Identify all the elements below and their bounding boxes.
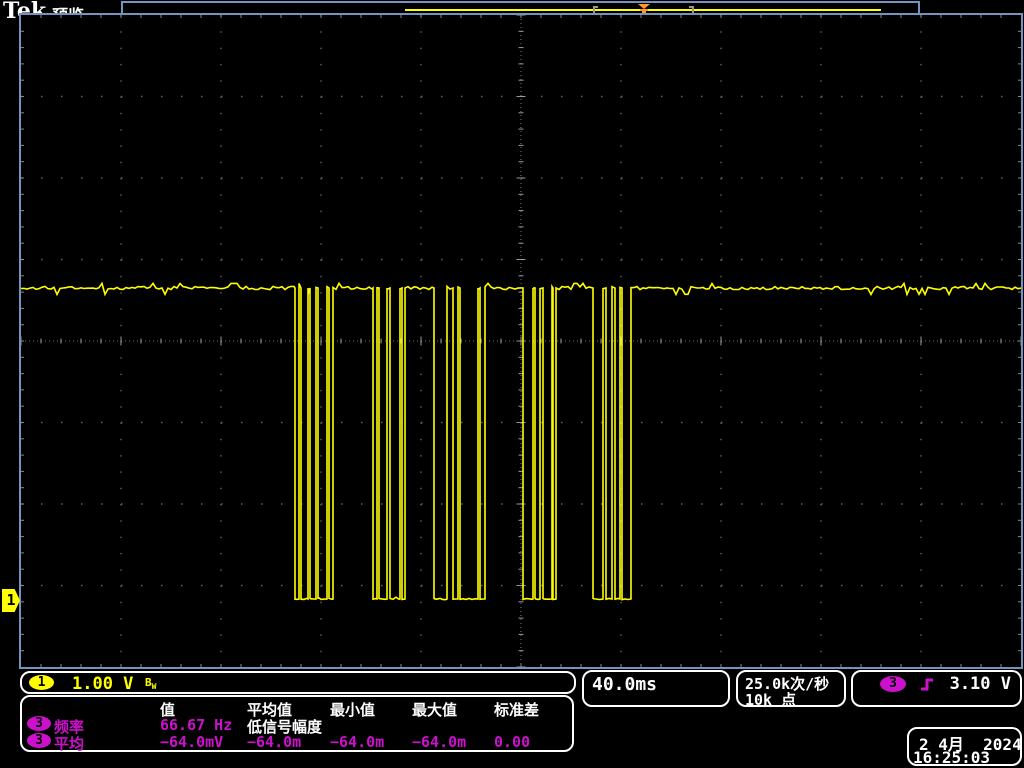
meas-row2-value: −64.0mV: [160, 733, 223, 751]
meas-header-max: 最大值: [412, 699, 457, 720]
time-label: 16:25:03: [913, 748, 990, 767]
channel1-scale: 1.00 V: [72, 674, 133, 694]
ch1-waveform-trace: [21, 283, 1021, 599]
meas-header-min: 最小值: [330, 699, 375, 720]
acquisition-readout[interactable]: 25.0k次/秒 10k 点: [736, 670, 846, 707]
oscilloscope-screen: Tek 预览 1 1 1.00 V BW 值 平均值 最小值 最大值 标准差 3…: [0, 0, 1024, 768]
meas-row2-std: 0.00: [494, 733, 530, 751]
graticule: [19, 13, 1023, 669]
bandwidth-limit-icon: BW: [145, 676, 156, 691]
meas-header-std: 标准差: [494, 699, 539, 720]
meas-row1-value: 66.67 Hz: [160, 716, 232, 734]
meas-row2-max: −64.0m: [412, 733, 466, 751]
trigger-level: 3.10 V: [950, 674, 1011, 694]
record-length: 10k 点: [745, 689, 796, 710]
measurement-panel: 值 平均值 最小值 最大值 标准差 3 频率 66.67 Hz 低信号幅度 3 …: [20, 695, 574, 752]
channel1-ground-marker[interactable]: 1: [2, 589, 20, 612]
rising-edge-icon: [919, 676, 939, 692]
channel1-badge: 1: [29, 675, 54, 690]
horizontal-scale-readout[interactable]: 40.0ms: [582, 670, 730, 707]
meas-row2-source-badge: 3: [27, 733, 51, 748]
meas-row2-mean: −64.0m: [247, 733, 301, 751]
channel1-readout[interactable]: 1 1.00 V BW: [20, 671, 576, 694]
trigger-readout[interactable]: 3 3.10 V: [851, 670, 1022, 707]
time-per-div: 40.0ms: [592, 674, 657, 695]
meas-row2-min: −64.0m: [330, 733, 384, 751]
datetime-readout[interactable]: 2 4月 2024 16:25:03: [907, 727, 1022, 766]
waveform-display: [21, 15, 1021, 667]
meas-row1-source-badge: 3: [27, 716, 51, 731]
meas-row2-name: 平均: [54, 733, 84, 754]
trigger-source-badge: 3: [880, 676, 906, 692]
